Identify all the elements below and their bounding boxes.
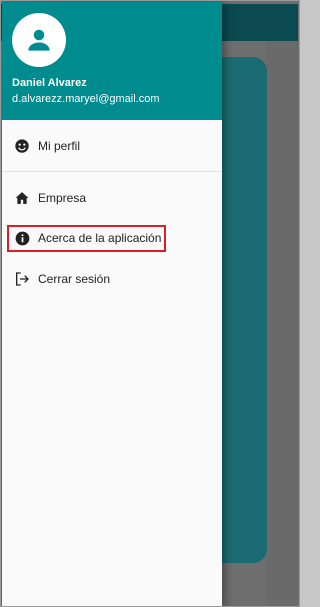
logout-icon (13, 270, 31, 288)
menu-item-empresa[interactable]: Empresa (2, 181, 222, 215)
profile-face-icon (13, 137, 31, 155)
menu-item-acerca-de[interactable]: Acerca de la aplicación (2, 221, 222, 255)
menu-item-cerrar-sesion[interactable]: Cerrar sesión (2, 262, 222, 296)
menu-item-label: Acerca de la aplicación (38, 231, 162, 245)
user-name: Daniel Alvarez (12, 77, 87, 89)
user-email: d.alvarezz.maryel@gmail.com (12, 93, 160, 105)
home-icon (13, 189, 31, 207)
navigation-drawer: Daniel Alvarez d.alvarezz.maryel@gmail.c… (2, 2, 222, 606)
drawer-scrim[interactable] (267, 41, 298, 606)
info-icon (13, 229, 31, 247)
menu-item-label: Empresa (38, 191, 87, 205)
menu-item-label: Cerrar sesión (38, 272, 111, 286)
drawer-header: Daniel Alvarez d.alvarezz.maryel@gmail.c… (2, 2, 222, 120)
menu-item-mi-perfil[interactable]: Mi perfil (2, 129, 222, 163)
menu-divider (2, 171, 222, 172)
avatar[interactable] (12, 13, 66, 67)
menu-item-label: Mi perfil (38, 139, 81, 153)
person-icon (28, 29, 50, 51)
screen-frame: Daniel Alvarez d.alvarezz.maryel@gmail.c… (0, 0, 300, 607)
